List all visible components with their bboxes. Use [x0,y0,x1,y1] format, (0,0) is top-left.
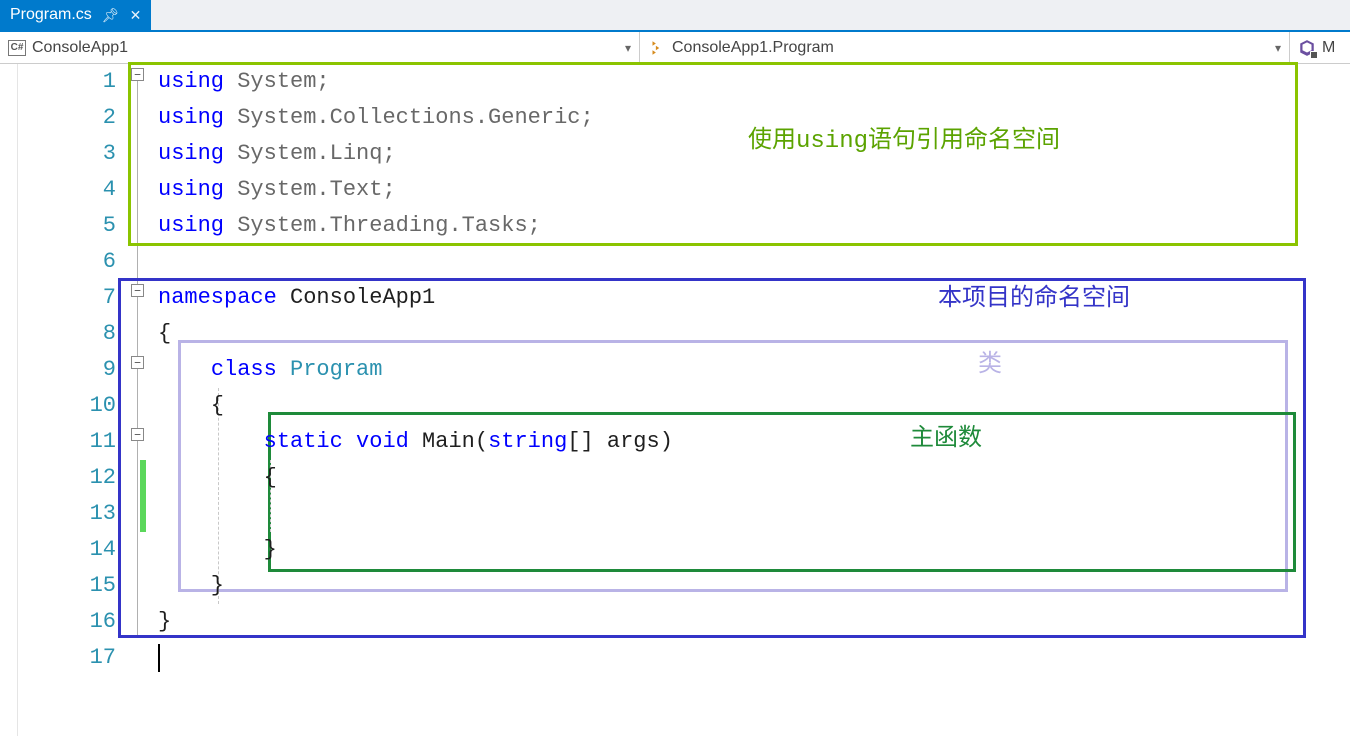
csharp-icon: C# [8,40,26,56]
tab-title: Program.cs [10,6,92,24]
code-line: using System; [158,64,1350,100]
code-line: static void Main(string[] args) [158,424,1350,460]
line-number: 1 [18,64,116,100]
line-number: 7 [18,280,116,316]
nav-class-dropdown[interactable]: ConsoleApp1.Program [640,32,1290,63]
code-line: namespace ConsoleApp1 [158,280,1350,316]
code-line: { [158,460,1350,496]
code-nav-bar: C# ConsoleApp1 ConsoleApp1.Program M [0,32,1350,64]
nav-member-dropdown[interactable]: M [1290,32,1350,63]
line-number: 6 [18,244,116,280]
fold-toggle[interactable]: − [131,284,144,297]
line-number: 17 [18,640,116,676]
line-number: 10 [18,388,116,424]
close-icon[interactable]: ✕ [130,7,142,24]
class-icon [648,39,666,57]
code-editor[interactable]: 1 2 3 4 5 6 7 8 9 10 11 12 13 14 15 16 1… [0,64,1350,736]
line-number: 14 [18,532,116,568]
code-line [158,640,1350,676]
line-number: 15 [18,568,116,604]
text-caret [158,644,160,672]
line-number: 3 [18,136,116,172]
fold-toggle[interactable]: − [131,356,144,369]
line-number: 16 [18,604,116,640]
code-line: } [158,532,1350,568]
line-number: 4 [18,172,116,208]
code-line [158,496,1350,532]
code-line: { [158,388,1350,424]
line-number: 2 [18,100,116,136]
code-line: using System.Linq; [158,136,1350,172]
document-tab-active[interactable]: Program.cs 📌︎ ✕ [0,0,151,30]
indicator-margin [0,64,18,736]
document-tab-bar: Program.cs 📌︎ ✕ [0,0,1350,32]
method-icon [1298,39,1316,57]
code-line: using System.Threading.Tasks; [158,208,1350,244]
fold-toggle[interactable]: − [131,428,144,441]
line-number: 11 [18,424,116,460]
line-number: 8 [18,316,116,352]
code-line: } [158,568,1350,604]
code-line: using System.Collections.Generic; [158,100,1350,136]
fold-toggle[interactable]: − [131,68,144,81]
line-number: 5 [18,208,116,244]
nav-project-dropdown[interactable]: C# ConsoleApp1 [0,32,640,63]
line-number: 13 [18,496,116,532]
code-text-area[interactable]: 使用using语句引用命名空间 本项目的命名空间 类 主函数 using Sys… [158,64,1350,736]
code-line [158,244,1350,280]
line-number: 9 [18,352,116,388]
code-lines: using System; using System.Collections.G… [158,64,1350,676]
nav-class-label: ConsoleApp1.Program [672,39,834,57]
line-number: 12 [18,460,116,496]
nav-member-label: M [1322,39,1335,57]
code-line: using System.Text; [158,172,1350,208]
outline-column: − − − − [128,64,158,736]
code-line: { [158,316,1350,352]
lock-icon [1310,51,1318,59]
code-line: } [158,604,1350,640]
pin-icon[interactable]: 📌︎ [102,7,120,24]
line-number-gutter: 1 2 3 4 5 6 7 8 9 10 11 12 13 14 15 16 1… [18,64,128,736]
nav-project-label: ConsoleApp1 [32,39,128,57]
code-line: class Program [158,352,1350,388]
